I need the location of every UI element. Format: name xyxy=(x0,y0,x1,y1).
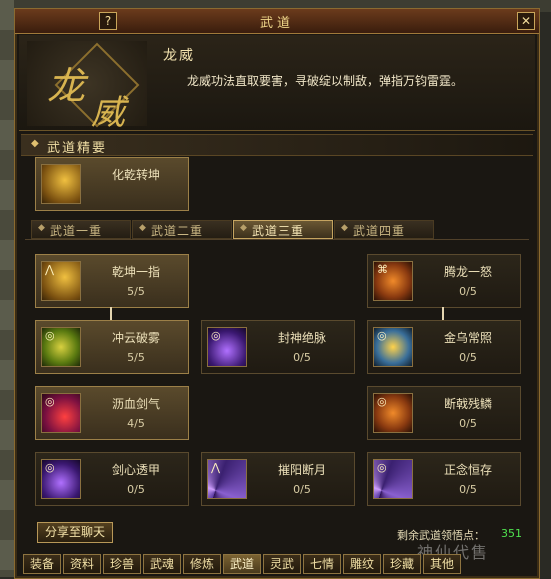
remaining-points-value: 351 xyxy=(501,527,522,540)
skill-emblem: 龙 威 xyxy=(27,41,147,133)
seal-meridian-icon: ◎ xyxy=(207,327,247,367)
tab-tier-1[interactable]: ◆ 武道一重 xyxy=(31,220,131,239)
tree-connector xyxy=(110,307,112,321)
tier-tabs: ◆ 武道一重 ◆ 武道二重 ◆ 武道三重 ◆ 武道四重 xyxy=(31,220,531,239)
skill-name: 封神绝脉 xyxy=(277,331,326,345)
essence-section-label: 武道精要 xyxy=(47,141,108,156)
tab-tier-3[interactable]: ◆ 武道三重 xyxy=(233,220,333,239)
skill-card-sun-moon[interactable]: ⋀ 摧阳断月 0/5 xyxy=(201,452,355,506)
blood-sword-icon: ◎ xyxy=(41,393,81,433)
skill-card-seal-meridian[interactable]: ◎ 封神绝脉 0/5 xyxy=(201,320,355,374)
skill-level: 0/5 xyxy=(293,351,311,364)
martial-way-window: ? 武道 ✕ 龙 威 龙威 龙威功法直取要害，寻破绽以制敌，弹指万钧雷霆。 ◆ … xyxy=(14,8,540,579)
tab-bullet-icon: ◆ xyxy=(240,223,247,233)
skill-level: 5/5 xyxy=(127,351,145,364)
tab-label: 武道一重 xyxy=(50,224,103,238)
share-to-chat-button[interactable]: 分享至聊天 xyxy=(37,522,113,543)
tab-tier-2[interactable]: ◆ 武道二重 xyxy=(132,220,232,239)
gauntlet-icon xyxy=(41,164,81,204)
window-title: 武道 xyxy=(259,16,294,31)
skill-level: 5/5 xyxy=(127,285,145,298)
skill-name: 腾龙一怒 xyxy=(443,265,492,279)
tab-label: 武道三重 xyxy=(252,224,305,238)
skill-name: 龙威 xyxy=(163,48,195,64)
bottom-tab-carving[interactable]: 雕纹 xyxy=(343,554,381,574)
skill-name: 乾坤一指 xyxy=(111,265,160,279)
bottom-tab-martial-soul[interactable]: 武魂 xyxy=(143,554,181,574)
skill-card-broken-halberd[interactable]: ◎ 断戟残鳞 0/5 xyxy=(367,386,521,440)
bottom-tab-bar: 装备 资料 珍兽 武魂 修炼 武道 灵武 七情 雕纹 珍藏 其他 xyxy=(19,554,539,574)
skill-card-cloud-burst[interactable]: ◎ 冲云破雾 5/5 xyxy=(35,320,189,374)
skill-card-golden-crow[interactable]: ◎ 金乌常照 0/5 xyxy=(367,320,521,374)
bottom-tab-martial-way[interactable]: 武道 xyxy=(223,554,261,574)
tab-bullet-icon: ◆ xyxy=(139,223,146,233)
tab-label: 武道四重 xyxy=(353,224,406,238)
skill-name: 冲云破雾 xyxy=(111,331,160,345)
skill-level: 0/5 xyxy=(459,351,477,364)
dragon-fury-icon: ⌘ xyxy=(373,261,413,301)
skill-level: 0/5 xyxy=(459,483,477,496)
close-button[interactable]: ✕ xyxy=(517,12,535,30)
bottom-tab-pets[interactable]: 珍兽 xyxy=(103,554,141,574)
skill-name: 断戟残鳞 xyxy=(443,397,492,411)
skill-level: 0/5 xyxy=(459,417,477,430)
title-bar[interactable]: ? 武道 ✕ xyxy=(15,9,539,34)
skill-level: 0/5 xyxy=(127,483,145,496)
emblem-char-1: 龙 xyxy=(47,64,86,108)
tab-bullet-icon: ◆ xyxy=(341,223,348,233)
section-bullet-icon: ◆ xyxy=(31,138,39,149)
bottom-tab-seven-emotions[interactable]: 七情 xyxy=(303,554,341,574)
skill-level: 0/5 xyxy=(459,285,477,298)
mind-eternal-icon: ◎ xyxy=(373,459,413,499)
bottom-tab-collection[interactable]: 珍藏 xyxy=(383,554,421,574)
skill-name: 金乌常照 xyxy=(443,331,492,345)
skill-tree: ⋀ 乾坤一指 5/5 ⌘ 腾龙一怒 0/5 ◎ 冲云破雾 5/5 ◎ 封神绝脉 … xyxy=(25,239,529,518)
bottom-tab-cultivation[interactable]: 修炼 xyxy=(183,554,221,574)
sun-moon-icon: ⋀ xyxy=(207,459,247,499)
essence-section-header: ◆ 武道精要 xyxy=(21,134,533,156)
skill-card-qiankun-finger[interactable]: ⋀ 乾坤一指 5/5 xyxy=(35,254,189,308)
skill-header: 龙 威 龙威 龙威功法直取要害，寻破绽以制敌，弹指万钧雷霆。 xyxy=(19,35,535,133)
finger-strike-icon: ⋀ xyxy=(41,261,81,301)
skill-name: 剑心透甲 xyxy=(111,463,160,477)
tab-bullet-icon: ◆ xyxy=(38,223,45,233)
tree-connector xyxy=(442,307,444,321)
golden-crow-icon: ◎ xyxy=(373,327,413,367)
tab-label: 武道二重 xyxy=(151,224,204,238)
skill-card-mind-eternal[interactable]: ◎ 正念恒存 0/5 xyxy=(367,452,521,506)
skill-level: 0/5 xyxy=(293,483,311,496)
emblem-char-2: 威 xyxy=(91,93,125,133)
skill-name: 正念恒存 xyxy=(443,463,492,477)
bottom-tab-other[interactable]: 其他 xyxy=(423,554,461,574)
bottom-tab-profile[interactable]: 资料 xyxy=(63,554,101,574)
piercing-sword-icon: ◎ xyxy=(41,459,81,499)
skill-name: 沥血剑气 xyxy=(111,397,160,411)
skill-description: 龙威功法直取要害，寻破绽以制敌，弹指万钧雷霆。 xyxy=(187,74,464,88)
bottom-tab-equipment[interactable]: 装备 xyxy=(23,554,61,574)
essence-skill-name: 化乾转坤 xyxy=(111,168,160,182)
bottom-tab-spirit-weapon[interactable]: 灵武 xyxy=(263,554,301,574)
skill-level: 4/5 xyxy=(127,417,145,430)
skill-name: 摧阳断月 xyxy=(277,463,326,477)
cloud-burst-icon: ◎ xyxy=(41,327,81,367)
skill-card-dragon-fury[interactable]: ⌘ 腾龙一怒 0/5 xyxy=(367,254,521,308)
skill-card-piercing-sword[interactable]: ◎ 剑心透甲 0/5 xyxy=(35,452,189,506)
broken-halberd-icon: ◎ xyxy=(373,393,413,433)
tab-tier-4[interactable]: ◆ 武道四重 xyxy=(334,220,434,239)
skill-card-blood-sword[interactable]: ◎ 沥血剑气 4/5 xyxy=(35,386,189,440)
background-left xyxy=(0,0,14,577)
essence-skill-card[interactable]: 化乾转坤 xyxy=(35,157,189,211)
